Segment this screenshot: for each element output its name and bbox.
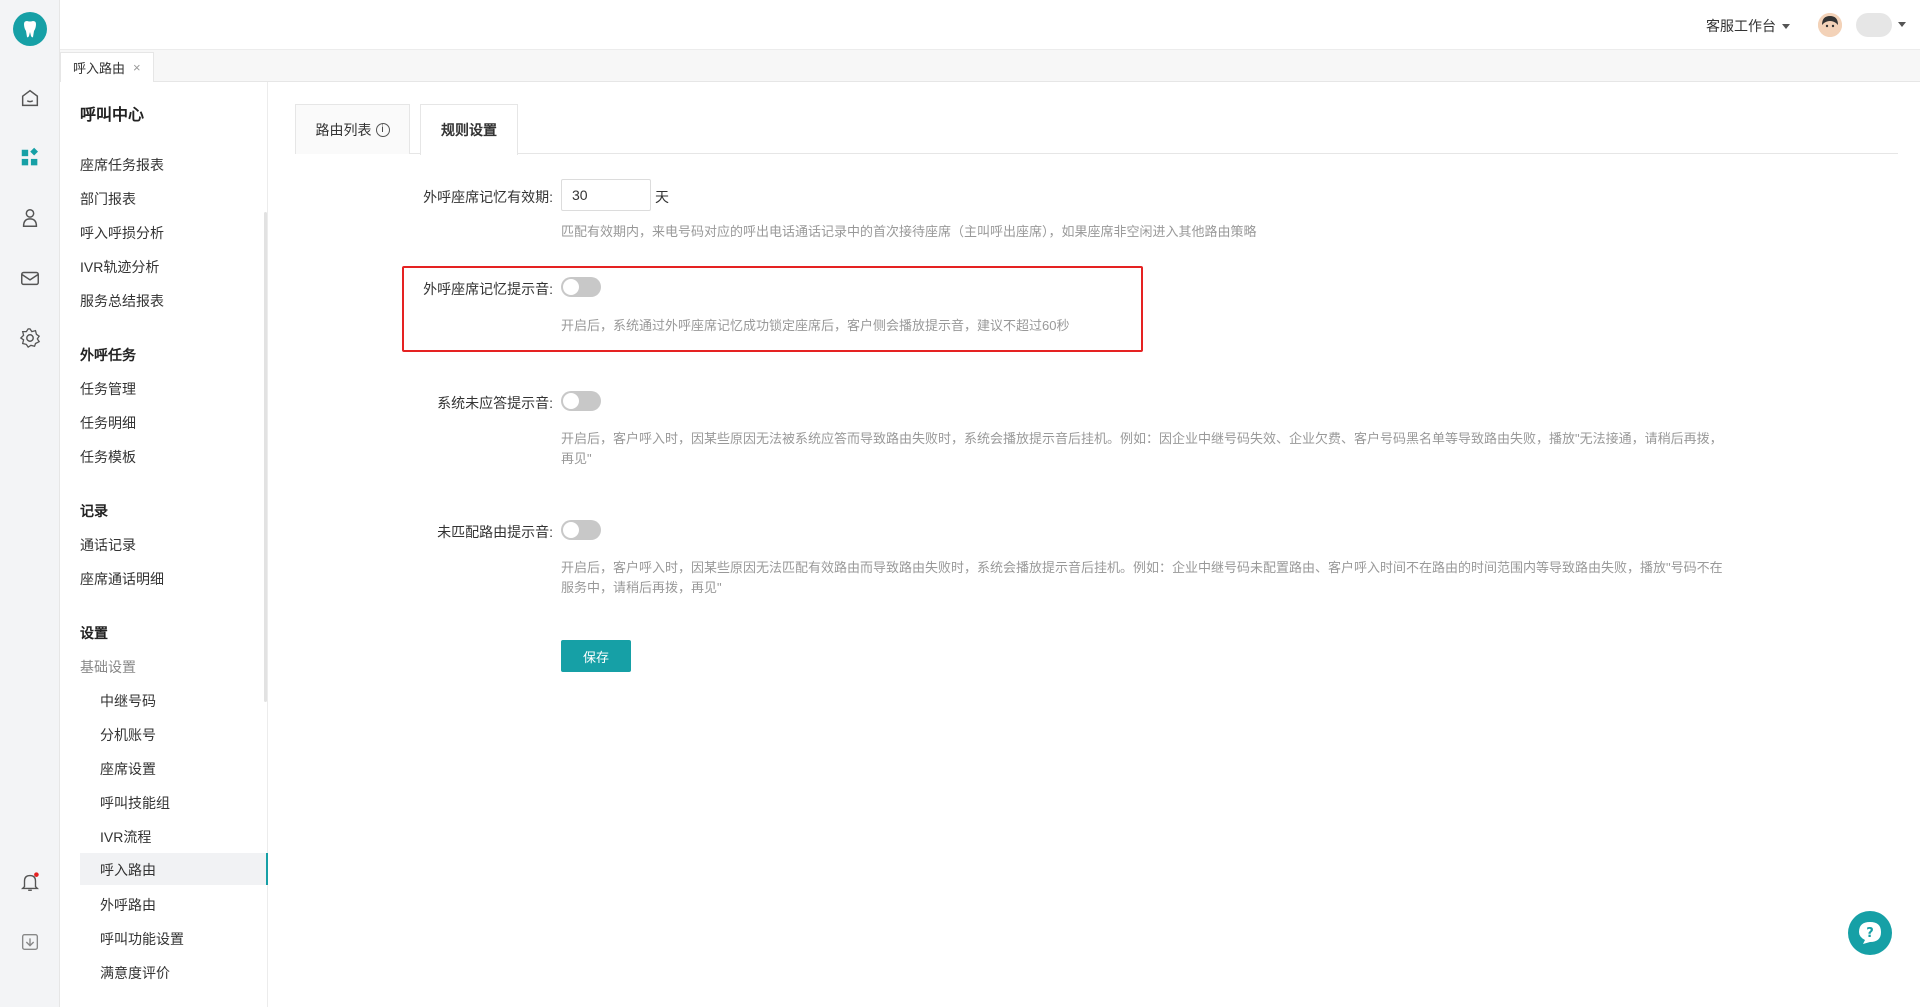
logo-icon[interactable] <box>13 12 47 46</box>
home-icon[interactable] <box>18 86 42 110</box>
main-content: 路由列表 i 规则设置 外呼座席记忆有效期: 天 匹配有效期内，来电号码对应的呼… <box>268 82 1920 1007</box>
save-button[interactable]: 保存 <box>561 640 631 672</box>
memory-tone-desc: 开启后，系统通过外呼座席记忆成功锁定座席后，客户侧会播放提示音，建议不超过60秒 <box>561 318 1070 333</box>
icon-rail <box>0 0 60 1007</box>
sidebar-item-task-detail[interactable]: 任务明细 <box>80 413 136 433</box>
download-icon[interactable] <box>18 930 42 954</box>
no-answer-tone-desc: 开启后，客户呼入时，因某些原因无法被系统应答而导致路由失败时，系统会播放提示音后… <box>561 431 1723 466</box>
sidebar-item-outbound-routing[interactable]: 外呼路由 <box>100 895 156 915</box>
sidebar: 呼叫中心 座席任务报表 部门报表 呼入呼损分析 IVR轨迹分析 服务总结报表 外… <box>60 82 268 1007</box>
sidebar-item-call-records[interactable]: 通话记录 <box>80 535 136 555</box>
memory-period-desc: 匹配有效期内，来电号码对应的呼出电话通话记录中的首次接待座席（主叫呼出座席），如… <box>561 224 1257 239</box>
top-bar: 客服工作台 <box>60 0 1920 50</box>
sidebar-item-task-template[interactable]: 任务模板 <box>80 447 136 467</box>
sidebar-item-agent-task-report[interactable]: 座席任务报表 <box>80 155 164 175</box>
sidebar-item-trunk-number[interactable]: 中继号码 <box>100 691 156 711</box>
sidebar-group-outbound: 外呼任务 <box>80 347 136 363</box>
sidebar-item-agent-settings[interactable]: 座席设置 <box>100 759 156 779</box>
sidebar-item-basic-settings[interactable]: 基础设置 <box>80 657 136 677</box>
sidebar-scrollbar[interactable] <box>264 212 267 702</box>
tab-route-list[interactable]: 路由列表 i <box>295 104 410 154</box>
sidebar-item-label: 呼入路由 <box>100 862 156 878</box>
user-chevron-down-icon[interactable] <box>1898 22 1906 27</box>
sidebar-title: 呼叫中心 <box>80 107 145 124</box>
workspace-dropdown[interactable]: 客服工作台 <box>1706 16 1790 36</box>
tab-rule-settings-label: 规则设置 <box>441 122 497 138</box>
memory-tone-toggle[interactable] <box>561 277 601 297</box>
unmatched-route-tone-toggle[interactable] <box>561 520 601 540</box>
workspace-label: 客服工作台 <box>1706 18 1776 34</box>
page-tabs-bar: 呼入路由 × <box>60 50 1920 82</box>
sidebar-item-satisfaction[interactable]: 满意度评价 <box>100 963 170 983</box>
sidebar-item-ivr-flow[interactable]: IVR流程 <box>100 827 151 847</box>
sidebar-item-service-summary[interactable]: 服务总结报表 <box>80 291 164 311</box>
svg-text:?: ? <box>1866 926 1874 941</box>
sidebar-item-extension-account[interactable]: 分机账号 <box>100 725 156 745</box>
sidebar-item-department-report[interactable]: 部门报表 <box>80 189 136 209</box>
sidebar-item-skill-group[interactable]: 呼叫技能组 <box>100 793 170 813</box>
no-answer-tone-toggle[interactable] <box>561 391 601 411</box>
sidebar-item-inbound-routing[interactable]: 呼入路由 <box>80 853 268 885</box>
sidebar-item-agent-call-detail[interactable]: 座席通话明细 <box>80 569 164 589</box>
info-icon[interactable]: i <box>375 122 390 137</box>
apps-icon[interactable] <box>18 146 42 170</box>
memory-period-unit: 天 <box>655 189 669 205</box>
page-tab-inbound-routing[interactable]: 呼入路由 × <box>60 52 154 82</box>
avatar[interactable] <box>1818 13 1842 37</box>
sidebar-group-settings: 设置 <box>80 625 108 641</box>
memory-tone-label: 外呼座席记忆提示音: <box>423 281 553 297</box>
help-icon[interactable]: ? <box>1848 911 1892 955</box>
memory-period-input[interactable] <box>561 179 651 211</box>
close-icon[interactable]: × <box>133 60 141 75</box>
unmatched-route-tone-desc: 开启后，客户呼入时，因某些原因无法匹配有效路由而导致路由失败时，系统会播放提示音… <box>561 560 1723 595</box>
unmatched-route-tone-label: 未匹配路由提示音: <box>437 524 553 540</box>
memory-period-label: 外呼座席记忆有效期: <box>423 189 553 205</box>
sidebar-item-inbound-loss-analysis[interactable]: 呼入呼损分析 <box>80 223 164 243</box>
sidebar-item-ivr-trace[interactable]: IVR轨迹分析 <box>80 257 159 277</box>
page-tab-label: 呼入路由 <box>73 61 126 76</box>
tab-rule-settings[interactable]: 规则设置 <box>420 104 518 155</box>
chevron-down-icon <box>1782 23 1790 29</box>
content-tabs: 路由列表 i 规则设置 <box>295 104 1898 155</box>
user-menu[interactable] <box>1856 13 1892 37</box>
tab-route-list-label: 路由列表 <box>315 121 372 138</box>
settings-icon[interactable] <box>18 326 42 350</box>
bell-icon[interactable] <box>18 870 42 894</box>
sidebar-item-call-function-settings[interactable]: 呼叫功能设置 <box>100 929 184 949</box>
sidebar-group-records: 记录 <box>80 503 108 519</box>
mail-icon[interactable] <box>18 266 42 290</box>
contacts-icon[interactable] <box>18 206 42 230</box>
no-answer-tone-label: 系统未应答提示音: <box>437 395 553 411</box>
sidebar-item-task-management[interactable]: 任务管理 <box>80 379 136 399</box>
